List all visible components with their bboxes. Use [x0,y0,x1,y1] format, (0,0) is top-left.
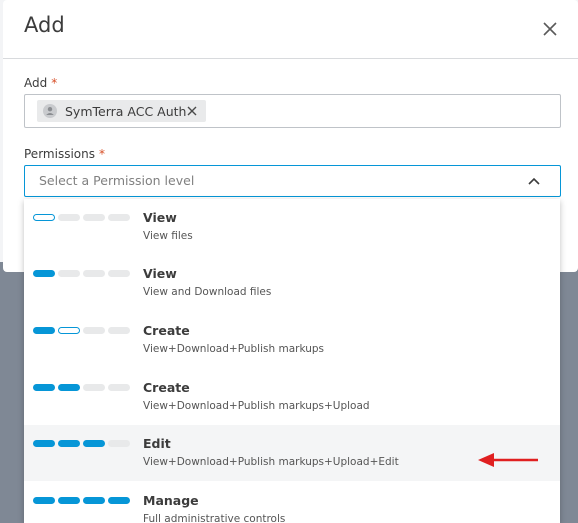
level-indicator-empty [58,214,80,221]
permission-option-create[interactable]: Create View+Download+Publish markups [24,312,560,368]
option-description: View files [143,230,193,242]
level-indicator-full [33,384,55,391]
level-indicator-full [58,440,80,447]
close-icon[interactable] [539,18,561,40]
permission-option-view[interactable]: View View and Download files [24,255,560,311]
level-indicator-full [58,497,80,504]
permissions-label-text: Permissions [24,147,95,161]
add-label-text: Add [24,76,48,90]
level-indicator-empty [108,327,130,334]
remove-chip-icon[interactable] [186,105,198,117]
level-indicator-empty [83,214,105,221]
option-description: View+Download+Publish markups+Upload+Edi… [143,456,399,468]
option-title: View [143,266,177,281]
option-description: View+Download+Publish markups [143,343,324,355]
option-title: View [143,210,177,225]
level-indicator-full [33,497,55,504]
option-title: Create [143,323,190,338]
level-indicator-half [58,327,80,334]
level-indicator-full [108,497,130,504]
permission-level-select[interactable]: Select a Permission level [24,165,561,197]
chevron-up-icon [528,177,540,185]
option-description: View and Download files [143,286,272,298]
permission-option-manage[interactable]: Manage Full administrative controls [24,482,560,523]
level-indicator-empty [108,384,130,391]
annotation-arrow-icon [478,453,538,467]
level-indicator-empty [83,270,105,277]
dialog-header: Add [3,0,578,59]
level-indicator-full [33,327,55,334]
level-indicator-full [83,440,105,447]
level-indicator-empty [108,440,130,447]
level-indicator-full [83,497,105,504]
dialog-title: Add [24,13,65,37]
option-title: Create [143,380,190,395]
option-description: Full administrative controls [143,513,286,523]
level-indicator-empty [83,384,105,391]
option-title: Edit [143,436,171,451]
required-mark: * [98,147,105,161]
level-indicator-full [33,440,55,447]
user-icon [43,104,57,118]
level-indicator-full [33,270,55,277]
selected-member-chip: SymTerra ACC Auth [37,100,206,122]
level-indicator-empty [83,327,105,334]
level-indicator-half [33,214,55,221]
permission-option-create[interactable]: Create View+Download+Publish markups+Uplo… [24,369,560,425]
add-members-input[interactable]: SymTerra ACC Auth [24,94,561,128]
permission-placeholder: Select a Permission level [39,173,195,188]
permission-options-dropdown: View View files View View and Download file… [24,199,560,523]
option-description: View+Download+Publish markups+Upload [143,400,370,412]
option-title: Manage [143,493,199,508]
level-indicator-full [58,384,80,391]
required-mark: * [51,76,58,90]
permissions-field-label: Permissions * [24,147,105,161]
chip-label: SymTerra ACC Auth [65,103,187,119]
level-indicator-empty [108,270,130,277]
add-field-label: Add * [24,76,57,90]
level-indicator-empty [108,214,130,221]
permission-option-view[interactable]: View View files [24,199,560,255]
level-indicator-empty [58,270,80,277]
